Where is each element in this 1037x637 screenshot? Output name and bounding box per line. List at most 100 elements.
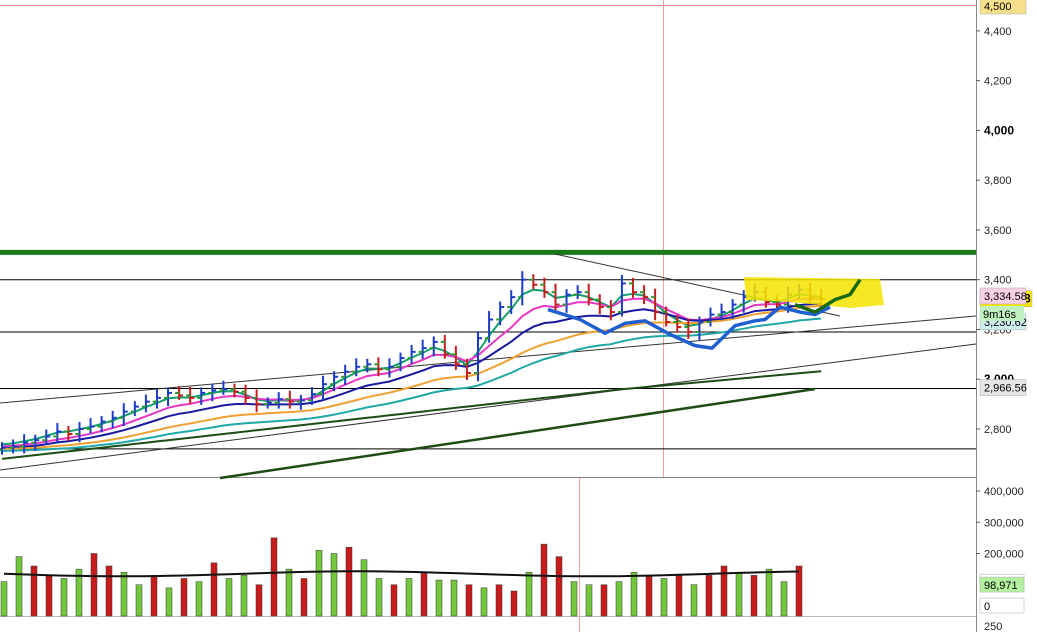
volume-bar <box>495 584 503 617</box>
volume-bar <box>300 578 308 617</box>
volume-bar <box>390 584 398 617</box>
price-bar <box>164 387 173 407</box>
price-bar <box>152 389 161 409</box>
volume-bar <box>420 572 428 617</box>
volume-bar <box>480 587 488 617</box>
moving-average-4 <box>1 317 822 452</box>
volume-bar <box>150 575 158 617</box>
price-bar <box>706 307 715 327</box>
moving-average-0 <box>1 288 822 446</box>
volume-layer <box>0 537 803 617</box>
volume-bar <box>690 584 698 617</box>
price-tick-label: 4,200 <box>984 76 1012 88</box>
volume-bar <box>330 553 338 617</box>
volume-bar <box>360 559 368 617</box>
volume-bar <box>660 578 668 617</box>
volume-label: 98,971 <box>984 580 1018 592</box>
volume-bar <box>255 584 263 617</box>
price-bar <box>496 301 505 326</box>
volume-bar <box>615 581 623 617</box>
price-bar <box>252 389 261 413</box>
volume-tick-label: 200,000 <box>984 549 1024 561</box>
volume-bar <box>435 579 443 617</box>
volume-bar <box>270 537 278 617</box>
price-tick-label: 3,600 <box>984 225 1012 237</box>
volume-bar <box>675 575 683 617</box>
volume-bar <box>405 578 413 617</box>
volume-bottom-tick-label: 250 <box>984 621 1002 632</box>
volume-tick-label: 400,000 <box>984 486 1024 498</box>
countdown-label: 9m16s <box>983 309 1017 321</box>
price-bar <box>407 344 416 364</box>
volume-bar <box>705 575 713 617</box>
volume-bar <box>60 578 68 617</box>
volume-bar <box>570 581 578 617</box>
price-label: 4,500 <box>984 1 1012 13</box>
volume-bar <box>540 543 548 617</box>
price-bar <box>141 394 150 413</box>
volume-bar <box>90 553 98 617</box>
volume-bar <box>600 584 608 617</box>
volume-label: 0 <box>984 601 990 613</box>
price-label: 3,334.58 <box>984 291 1027 303</box>
volume-bar <box>240 575 248 617</box>
annotations-layer <box>547 277 884 350</box>
price-bar <box>319 375 328 400</box>
volume-bar <box>285 568 293 617</box>
axis-layer: 2,8003,0003,2003,4003,6003,8004,0004,200… <box>976 0 1033 633</box>
volume-bar <box>465 584 473 617</box>
moving-averages-layer <box>1 288 822 460</box>
chart-svg: 2,8003,0003,2003,4003,6003,8004,0004,200… <box>0 0 1033 633</box>
price-bar <box>507 290 516 315</box>
price-bar <box>341 364 350 385</box>
volume-bar <box>0 581 8 617</box>
volume-bar <box>45 575 53 617</box>
price-bar <box>485 311 494 343</box>
chart-root: 2,800 3,000 3,200 3,400 3,600 3,800 4,000 4,200… <box>0 0 1037 633</box>
price-bar <box>518 271 527 306</box>
volume-bar <box>225 578 233 617</box>
volume-bar <box>15 556 23 617</box>
price-bar <box>573 285 582 300</box>
price-bar <box>296 394 305 410</box>
volume-bar <box>210 562 218 617</box>
volume-bar <box>105 565 113 617</box>
volume-bar <box>645 575 653 617</box>
price-bars-layer <box>0 271 826 455</box>
price-bar <box>86 418 95 434</box>
volume-bar <box>315 550 323 617</box>
volume-bar <box>750 575 758 617</box>
volume-bar <box>120 572 128 617</box>
trendline-0 <box>0 315 977 404</box>
volume-bar <box>780 581 788 617</box>
volume-bar <box>345 547 353 617</box>
price-bar <box>429 336 438 357</box>
price-bar <box>540 277 549 298</box>
volume-bar <box>180 578 188 617</box>
price-bar <box>529 274 538 290</box>
volume-bar <box>375 578 383 617</box>
price-tick-label: 3,400 <box>984 275 1012 287</box>
volume-bar <box>195 581 203 617</box>
moving-average-3 <box>1 304 822 450</box>
moving-average-2 <box>1 302 822 450</box>
price-tick-label: 4,000 <box>984 123 1014 137</box>
volume-bar <box>450 579 458 617</box>
price-bar <box>186 386 195 404</box>
volume-bar <box>165 587 173 617</box>
volume-bar <box>525 572 533 617</box>
price-tick-label: 4,400 <box>984 26 1012 38</box>
volume-bar <box>735 572 743 617</box>
volume-bar <box>765 568 773 617</box>
volume-tick-label: 300,000 <box>984 517 1024 529</box>
price-label: 2,966.56 <box>984 383 1027 395</box>
volume-bar <box>555 556 563 617</box>
volume-bar <box>135 584 143 617</box>
volume-bar <box>585 584 593 617</box>
volume-bar <box>30 565 38 617</box>
price-tick-label: 3,800 <box>984 175 1012 187</box>
price-bar <box>562 289 571 313</box>
volume-bar <box>795 565 803 617</box>
volume-bar <box>510 590 518 617</box>
price-bar <box>418 339 427 359</box>
